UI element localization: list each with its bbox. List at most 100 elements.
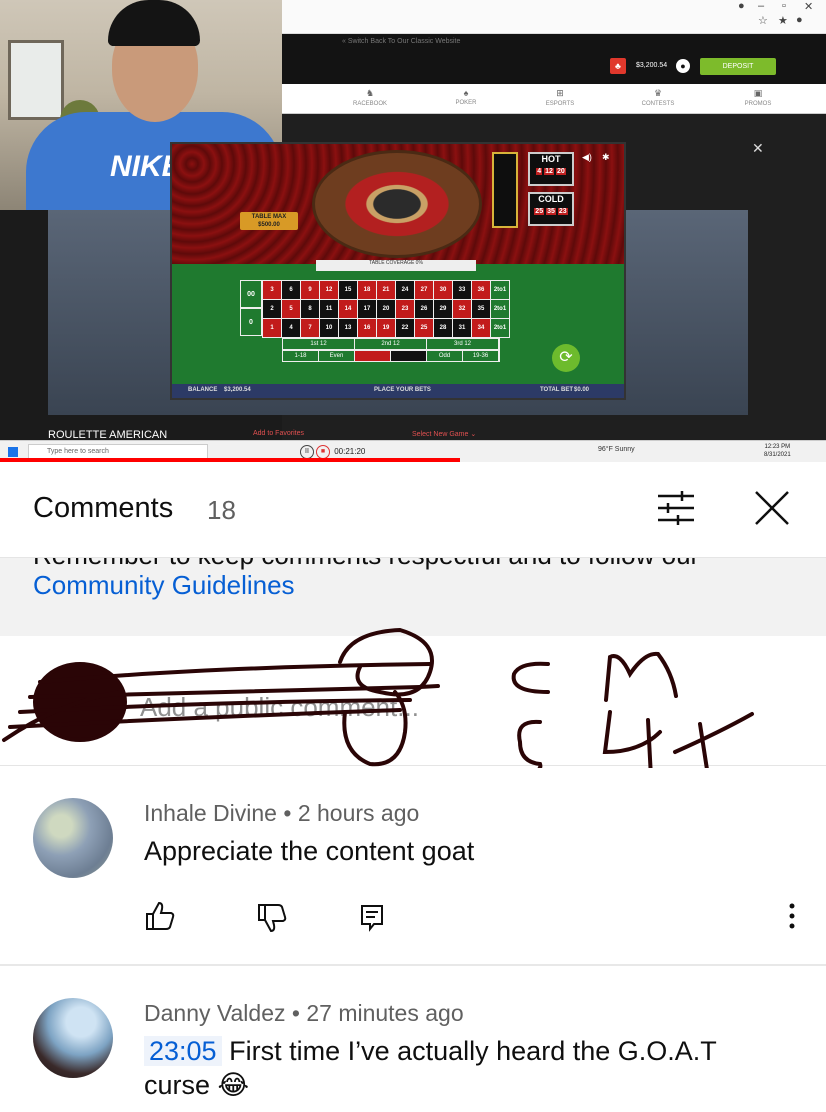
comment-author[interactable]: Danny Valdez	[144, 1000, 286, 1026]
bet-number[interactable]: 2	[263, 300, 281, 318]
settings-icon[interactable]: ✱	[602, 152, 610, 163]
bet-number[interactable]: 11	[320, 300, 338, 318]
star-icon[interactable]: ☆	[758, 14, 768, 27]
minimize-icon[interactable]: –	[758, 0, 764, 12]
nav-promos[interactable]: ▣ PROMOS	[728, 88, 788, 107]
bet-number[interactable]: 18	[358, 281, 376, 299]
bet-2nd-12[interactable]: 2nd 12	[355, 339, 427, 349]
deposit-button[interactable]: DEPOSIT	[700, 58, 776, 75]
bet-odd[interactable]: Odd	[427, 351, 463, 361]
bet-number[interactable]: 9	[301, 281, 319, 299]
bet-0[interactable]: 0	[240, 308, 262, 336]
hot-numbers: HOT 4 12 20	[528, 152, 574, 186]
bet-number[interactable]: 8	[301, 300, 319, 318]
cashier-icon[interactable]: ♣	[610, 58, 626, 74]
restore-icon[interactable]: ▫	[782, 0, 786, 12]
close-icon[interactable]	[752, 488, 792, 528]
bet-column[interactable]: 2to1	[491, 300, 509, 318]
bet-number[interactable]: 1	[263, 319, 281, 337]
bet-number[interactable]: 20	[377, 300, 395, 318]
dislike-icon[interactable]	[256, 902, 288, 934]
add-comment-input[interactable]: Add a public comment...	[140, 692, 419, 723]
bet-number[interactable]: 7	[301, 319, 319, 337]
bet-number[interactable]: 17	[358, 300, 376, 318]
add-comment-row[interactable]: Add a public comment...	[0, 636, 826, 766]
bet-black[interactable]	[391, 351, 427, 361]
bet-number[interactable]: 35	[472, 300, 490, 318]
bet-number[interactable]: 30	[434, 281, 452, 299]
spin-button[interactable]: ⟳	[552, 344, 580, 372]
bet-number[interactable]: 27	[415, 281, 433, 299]
bet-number[interactable]: 28	[434, 319, 452, 337]
comment-time: 27 minutes ago	[306, 1000, 464, 1026]
close-icon[interactable]: ✕	[752, 140, 764, 157]
comment-text: Appreciate the content goat	[144, 836, 475, 866]
roulette-game[interactable]: HOT 4 12 20 COLD 25 35 23 ◀) ✱ TABLE MAX $50…	[170, 142, 626, 400]
video-player[interactable]: NIKE ☆ ★ ● ● – ▫ ✕ « Switch Back To Our …	[0, 0, 826, 462]
bet-19-36[interactable]: 19-36	[463, 351, 499, 361]
stop-icon[interactable]: ■	[316, 444, 330, 459]
bet-1-18[interactable]: 1-18	[283, 351, 319, 361]
bet-even[interactable]: Even	[319, 351, 355, 361]
bet-number[interactable]: 23	[396, 300, 414, 318]
avatar[interactable]	[33, 798, 113, 878]
bet-number[interactable]: 21	[377, 281, 395, 299]
bet-column[interactable]: 2to1	[491, 281, 509, 299]
bet-column[interactable]: 2to1	[491, 319, 509, 337]
bet-number[interactable]: 33	[453, 281, 471, 299]
bet-number[interactable]: 31	[453, 319, 471, 337]
bet-number[interactable]: 10	[320, 319, 338, 337]
select-game-link[interactable]: Select New Game ⌄	[412, 430, 476, 438]
sound-icon[interactable]: ◀)	[582, 152, 592, 163]
bet-number[interactable]: 19	[377, 319, 395, 337]
bet-number[interactable]: 14	[339, 300, 357, 318]
avatar[interactable]	[33, 998, 113, 1078]
video-timestamp-link[interactable]: 23:05	[144, 1036, 222, 1066]
extensions-icon[interactable]: ★	[778, 14, 788, 27]
bet-number[interactable]: 29	[434, 300, 452, 318]
nav-esports[interactable]: ⊞ ESPORTS	[530, 88, 590, 107]
bet-number[interactable]: 12	[320, 281, 338, 299]
bet-number[interactable]: 15	[339, 281, 357, 299]
account-icon[interactable]: ●	[676, 59, 690, 73]
weather-widget[interactable]: 96°F Sunny	[598, 446, 635, 453]
more-options-icon[interactable]	[780, 900, 804, 932]
pause-icon[interactable]: II	[300, 444, 314, 459]
outside-bets: 1-18 Even Odd 19-36	[282, 350, 500, 362]
sort-filter-icon[interactable]	[654, 488, 698, 528]
bet-number[interactable]: 3	[263, 281, 281, 299]
nav-racebook[interactable]: ♞ RACEBOOK	[340, 88, 400, 107]
taskbar-search[interactable]: Type here to search	[28, 444, 208, 459]
nav-poker[interactable]: ♠ POKER	[436, 88, 496, 106]
community-guidelines-link[interactable]: Community Guidelines	[33, 570, 295, 601]
add-favorites-link[interactable]: Add to Favorites	[253, 430, 304, 437]
bet-red[interactable]	[355, 351, 391, 361]
bet-number[interactable]: 32	[453, 300, 471, 318]
bet-number[interactable]: 16	[358, 319, 376, 337]
record-icon[interactable]: ●	[738, 0, 745, 12]
bet-number[interactable]: 24	[396, 281, 414, 299]
bet-number[interactable]: 34	[472, 319, 490, 337]
profile-icon[interactable]: ●	[796, 14, 803, 26]
comment-author[interactable]: Inhale Divine	[144, 800, 277, 826]
close-window-icon[interactable]: ✕	[804, 0, 813, 13]
browser-toolbar: ☆ ★ ● ● – ▫ ✕	[282, 0, 826, 34]
bet-number[interactable]: 25	[415, 319, 433, 337]
bet-number[interactable]: 5	[282, 300, 300, 318]
like-icon[interactable]	[144, 900, 176, 932]
reply-icon[interactable]	[356, 902, 388, 934]
bet-number[interactable]: 26	[415, 300, 433, 318]
bet-number[interactable]: 6	[282, 281, 300, 299]
taskbar-clock[interactable]: 12:23 PM 8/31/2021	[764, 443, 791, 459]
bet-number[interactable]: 36	[472, 281, 490, 299]
bet-00[interactable]: 00	[240, 280, 262, 308]
bet-3rd-12[interactable]: 3rd 12	[427, 339, 499, 349]
bet-number[interactable]: 13	[339, 319, 357, 337]
bet-number[interactable]: 4	[282, 319, 300, 337]
bet-number[interactable]: 22	[396, 319, 414, 337]
table-coverage-bar: TABLE COVERAGE 0%	[316, 260, 476, 271]
nav-contests[interactable]: ♛ CONTESTS	[628, 88, 688, 107]
classic-site-link[interactable]: « Switch Back To Our Classic Website	[342, 38, 460, 45]
bet-1st-12[interactable]: 1st 12	[283, 339, 355, 349]
windows-start-icon[interactable]	[8, 447, 18, 457]
